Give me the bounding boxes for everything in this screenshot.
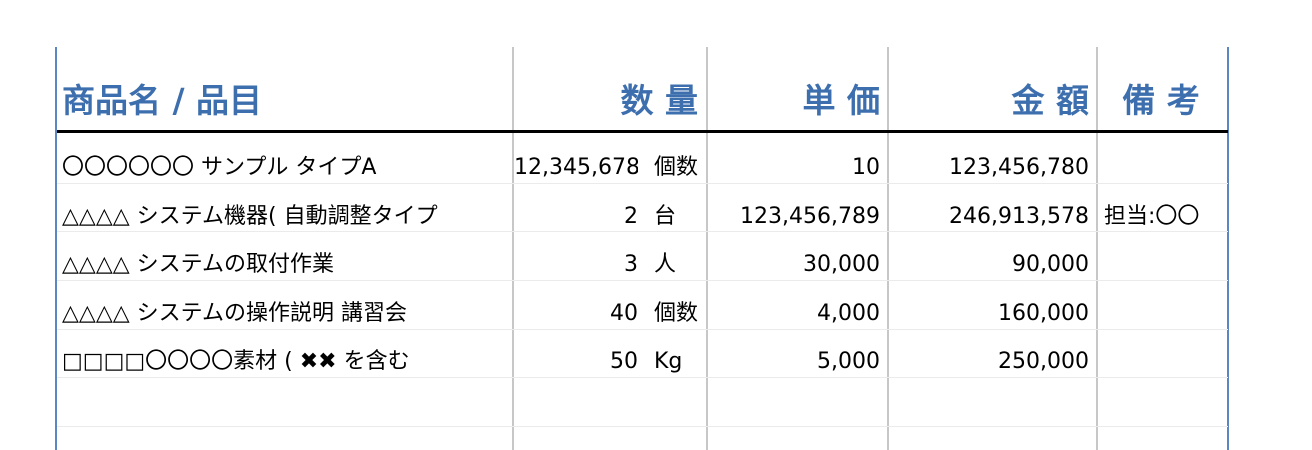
- column-divider-remarks: [1096, 47, 1098, 450]
- product-cell: 〇〇〇〇〇〇 サンプル タイプA: [62, 155, 377, 180]
- row-separator: [57, 426, 1228, 427]
- unit-cell: 台: [654, 204, 677, 229]
- table-left-border: [55, 47, 57, 450]
- quantity-cell: 2: [624, 204, 638, 229]
- unit-price-cell: 123,456,789: [740, 204, 880, 229]
- quantity-cell: 40: [610, 301, 638, 326]
- amount-cell: 250,000: [998, 349, 1089, 374]
- product-cell: △△△△ システムの操作説明 講習会: [62, 301, 408, 326]
- column-divider-unit-price: [706, 47, 708, 450]
- remarks-cell: 担当:〇〇: [1104, 204, 1200, 229]
- quantity-cell: 12,345,678: [514, 155, 638, 180]
- product-cell: △△△△ システムの取付作業: [62, 252, 335, 277]
- remarks-cell: [1104, 296, 1224, 332]
- amount-cell: 160,000: [998, 301, 1089, 326]
- product-cell: □□□□〇〇〇〇素材 ( ✖✖ を含む: [62, 349, 410, 374]
- unit-price-cell: 5,000: [817, 349, 880, 374]
- table-right-border: [1227, 47, 1229, 450]
- header-amount: 金 額: [1011, 81, 1090, 120]
- quantity-cell: 3: [624, 252, 638, 277]
- unit-price-cell: 10: [852, 155, 880, 180]
- header-unit-price: 単 価: [802, 81, 881, 120]
- product-cell: △△△△ システム機器( 自動調整タイプ: [62, 204, 438, 229]
- column-divider-amount: [887, 47, 889, 450]
- invoice-sheet: 商品名 / 品目 数 量 単 価 金 額 備 考 〇〇〇〇〇〇 サンプル タイプ…: [0, 0, 1312, 450]
- unit-cell: 人: [654, 252, 677, 277]
- header-remarks: 備 考: [1122, 81, 1200, 120]
- amount-cell: 123,456,780: [949, 155, 1089, 180]
- unit-price-cell: 4,000: [817, 301, 880, 326]
- remarks-cell: [1104, 150, 1224, 186]
- header-product: 商品名 / 品目: [62, 81, 263, 120]
- amount-cell: 90,000: [1012, 252, 1089, 277]
- header-quantity: 数 量: [620, 81, 699, 120]
- remarks-cell: [1104, 247, 1224, 283]
- unit-cell: 個数: [654, 301, 699, 326]
- unit-cell: Kg: [654, 349, 683, 374]
- amount-cell: 246,913,578: [949, 204, 1089, 229]
- unit-price-cell: 30,000: [803, 252, 880, 277]
- quantity-cell: 50: [610, 349, 638, 374]
- header-underline: [57, 130, 1228, 133]
- unit-cell: 個数: [654, 155, 699, 180]
- remarks-cell: [1104, 344, 1224, 380]
